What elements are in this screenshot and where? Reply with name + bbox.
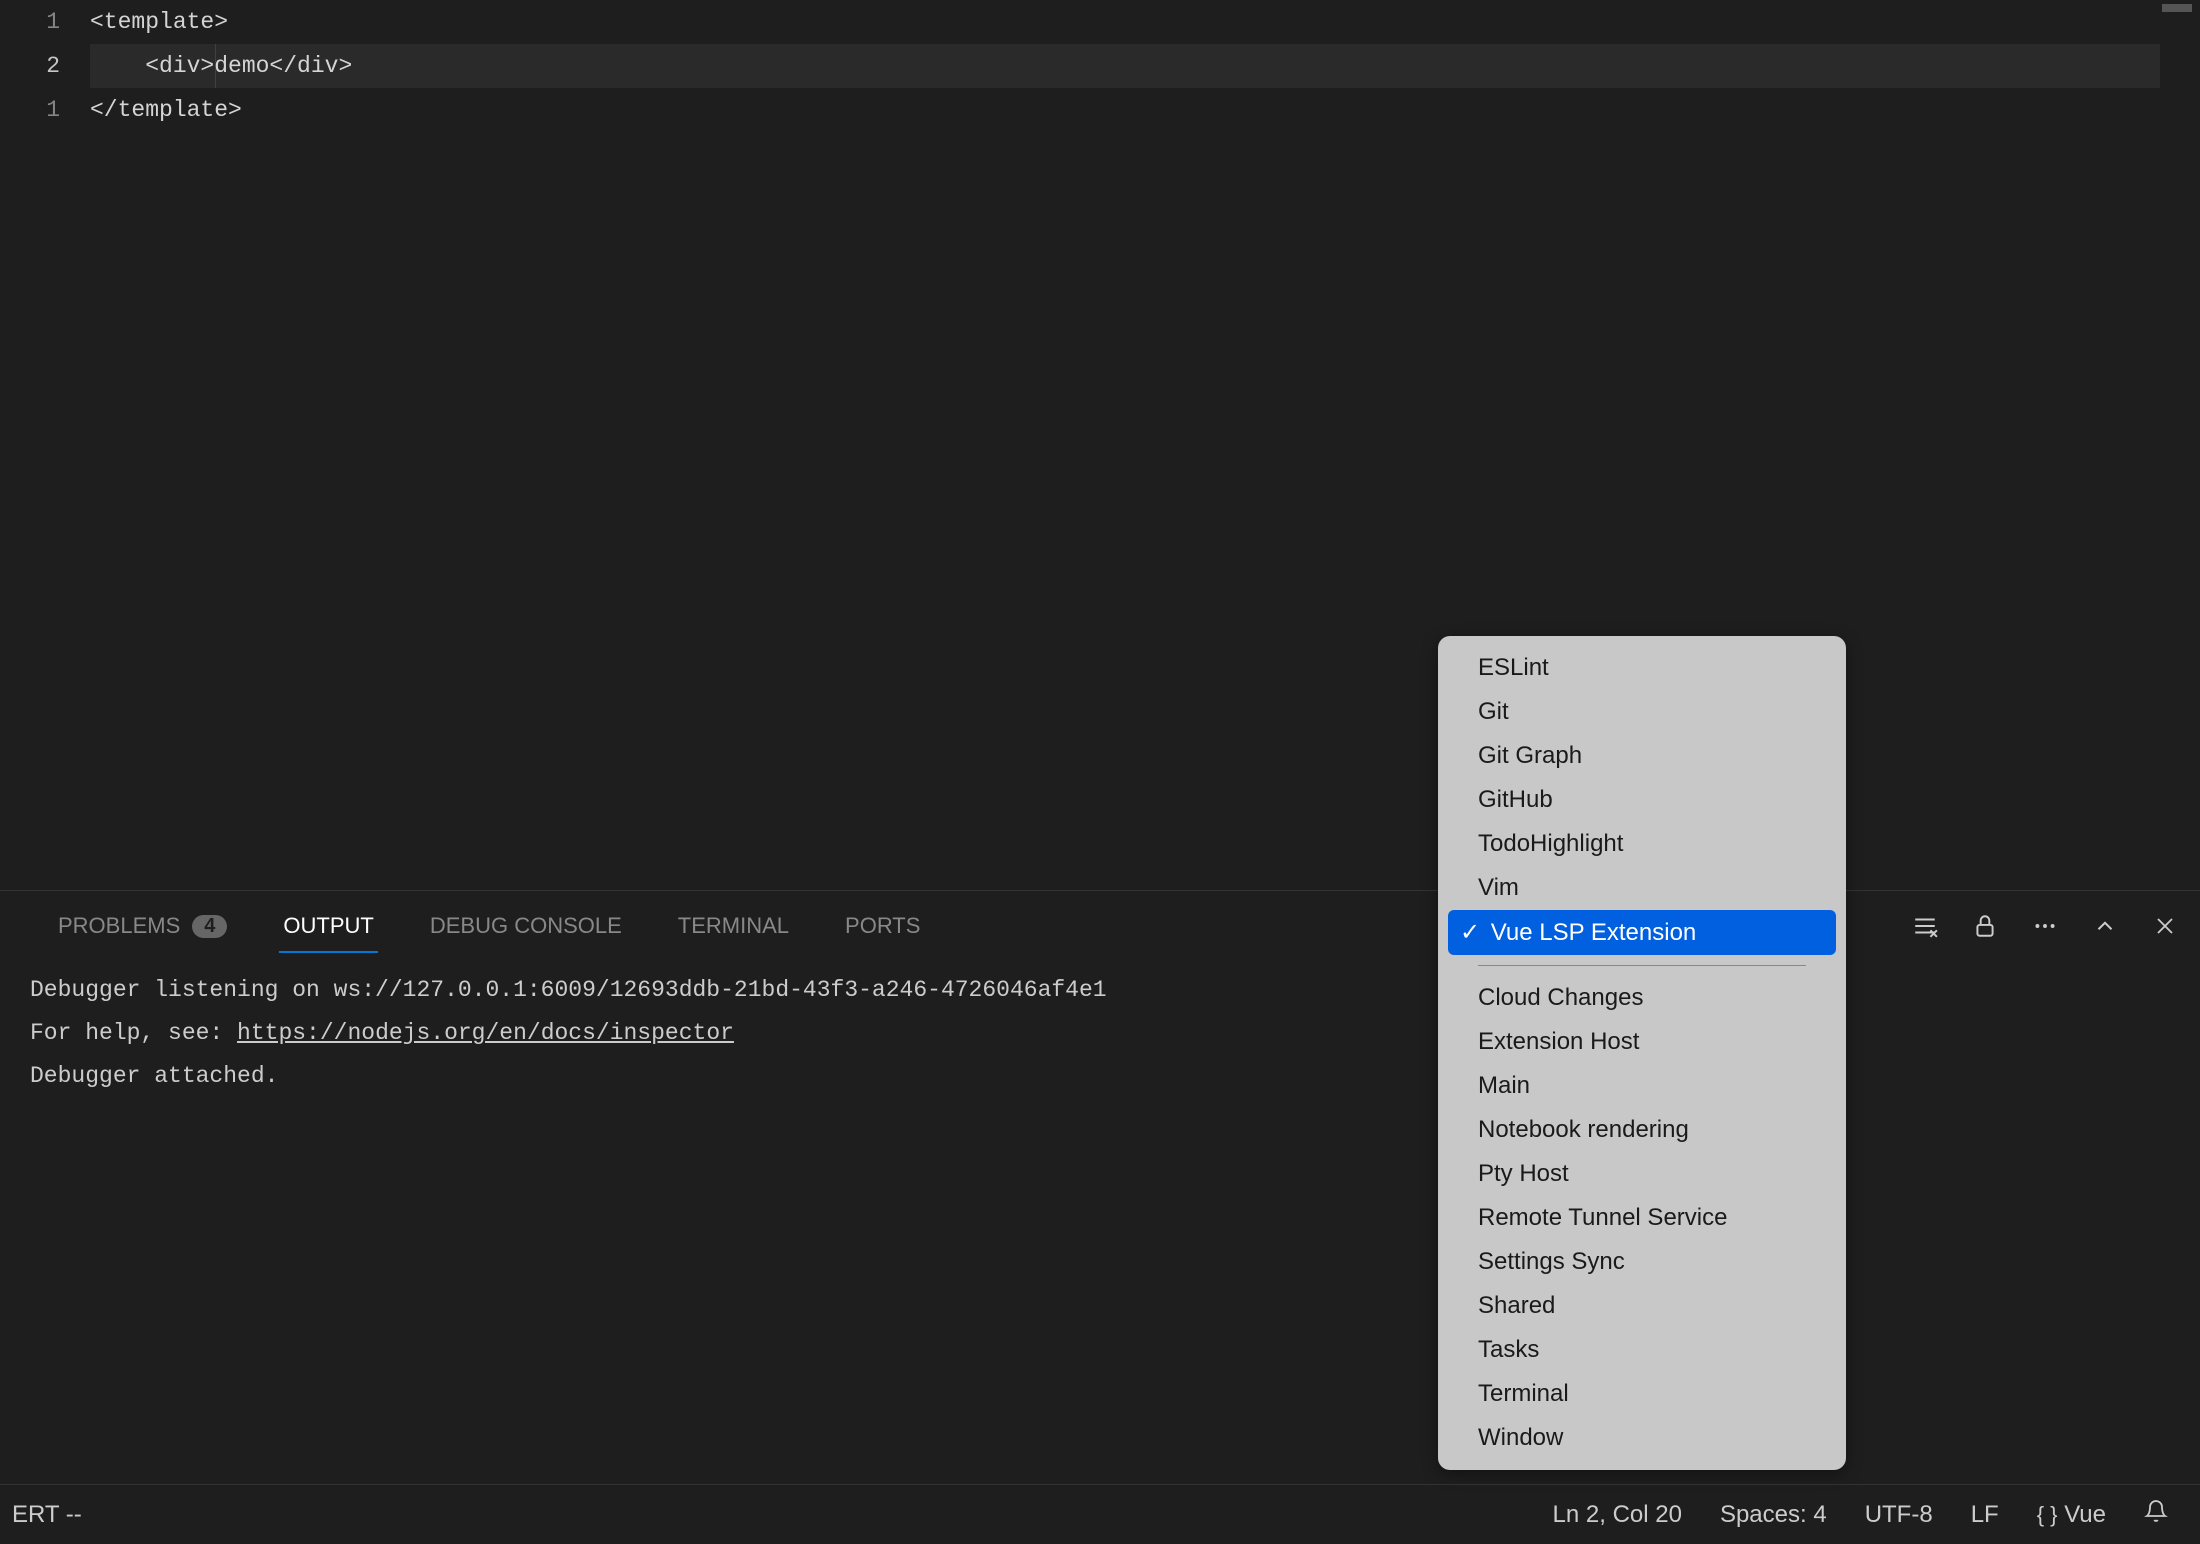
tab-ports[interactable]: PORTS: [817, 891, 948, 961]
more-icon[interactable]: [2030, 911, 2060, 941]
dropdown-item-remote-tunnel[interactable]: Remote Tunnel Service: [1448, 1196, 1836, 1240]
tab-output[interactable]: OUTPUT: [255, 891, 401, 961]
output-text: For help, see:: [30, 1020, 237, 1046]
filter-icon[interactable]: [1910, 911, 1940, 941]
tab-terminal-label: TERMINAL: [678, 913, 789, 939]
output-line: Debugger attached.: [30, 1055, 2170, 1098]
output-line: For help, see: https://nodejs.org/en/doc…: [30, 1012, 2170, 1055]
code-line[interactable]: </template>: [90, 97, 242, 123]
braces-icon: { }: [2037, 1502, 2058, 1527]
dropdown-item-extension-host[interactable]: Extension Host: [1448, 1020, 1836, 1064]
panel-tabs: PROBLEMS 4 OUTPUT DEBUG CONSOLE TERMINAL…: [0, 891, 2200, 961]
close-icon[interactable]: [2150, 911, 2180, 941]
panel-toolbar: [1910, 911, 2180, 941]
minimap-content: [2162, 4, 2192, 12]
dropdown-item-tasks[interactable]: Tasks: [1448, 1328, 1836, 1372]
tab-debug-console-label: DEBUG CONSOLE: [430, 913, 622, 939]
dropdown-item-shared[interactable]: Shared: [1448, 1284, 1836, 1328]
dropdown-item-pty-host[interactable]: Pty Host: [1448, 1152, 1836, 1196]
status-left: ERT --: [0, 1501, 1545, 1529]
dropdown-item-vue-lsp[interactable]: Vue LSP Extension: [1448, 910, 1836, 955]
tab-problems-label: PROBLEMS: [58, 913, 180, 939]
output-link[interactable]: https://nodejs.org/en/docs/inspector: [237, 1020, 734, 1046]
tab-debug-console[interactable]: DEBUG CONSOLE: [402, 891, 650, 961]
dropdown-item-notebook[interactable]: Notebook rendering: [1448, 1108, 1836, 1152]
dropdown-item-github[interactable]: GitHub: [1448, 778, 1836, 822]
output-channel-dropdown[interactable]: ESLint Git Git Graph GitHub TodoHighligh…: [1438, 636, 1846, 1470]
minimap[interactable]: [2155, 0, 2200, 890]
encoding[interactable]: UTF-8: [1857, 1501, 1941, 1529]
chevron-up-icon[interactable]: [2090, 911, 2120, 941]
dropdown-item-git[interactable]: Git: [1448, 690, 1836, 734]
eol[interactable]: LF: [1963, 1501, 2007, 1529]
code-content[interactable]: <template> <div>demo</div> </template>: [90, 0, 2200, 890]
indentation[interactable]: Spaces: 4: [1712, 1501, 1835, 1529]
cursor-position[interactable]: Ln 2, Col 20: [1545, 1501, 1690, 1529]
dropdown-item-settings-sync[interactable]: Settings Sync: [1448, 1240, 1836, 1284]
dropdown-item-vim[interactable]: Vim: [1448, 866, 1836, 910]
line-number: 1: [0, 0, 60, 44]
dropdown-item-terminal[interactable]: Terminal: [1448, 1372, 1836, 1416]
dropdown-item-eslint[interactable]: ESLint: [1448, 646, 1836, 690]
lock-icon[interactable]: [1970, 911, 2000, 941]
language-mode[interactable]: { } Vue: [2029, 1501, 2114, 1529]
output-content[interactable]: Debugger listening on ws://127.0.0.1:600…: [0, 961, 2200, 1106]
code-line[interactable]: <template>: [90, 9, 228, 35]
dropdown-item-cloud-changes[interactable]: Cloud Changes: [1448, 976, 1836, 1020]
editor-area[interactable]: 1 2 1 <template> <div>demo</div> </templ…: [0, 0, 2200, 890]
current-line-highlight: [90, 44, 2160, 88]
dropdown-item-todohighlight[interactable]: TodoHighlight: [1448, 822, 1836, 866]
tab-problems[interactable]: PROBLEMS 4: [30, 891, 255, 961]
bell-icon[interactable]: [2136, 1499, 2176, 1530]
panel-area: PROBLEMS 4 OUTPUT DEBUG CONSOLE TERMINAL…: [0, 890, 2200, 1465]
problems-badge: 4: [192, 915, 227, 938]
status-bar: ERT -- Ln 2, Col 20 Spaces: 4 UTF-8 LF {…: [0, 1484, 2200, 1544]
tab-ports-label: PORTS: [845, 913, 920, 939]
tab-terminal[interactable]: TERMINAL: [650, 891, 817, 961]
language-label: Vue: [2064, 1501, 2106, 1528]
line-number: 1: [0, 88, 60, 132]
dropdown-item-window[interactable]: Window: [1448, 1416, 1836, 1460]
dropdown-item-gitgraph[interactable]: Git Graph: [1448, 734, 1836, 778]
output-line: Debugger listening on ws://127.0.0.1:600…: [30, 969, 2170, 1012]
status-right: Ln 2, Col 20 Spaces: 4 UTF-8 LF { } Vue: [1545, 1499, 2200, 1530]
vim-mode[interactable]: ERT --: [4, 1501, 90, 1528]
line-number: 2: [0, 44, 60, 88]
dropdown-divider: [1478, 965, 1806, 966]
tab-output-label: OUTPUT: [283, 913, 373, 939]
line-gutter: 1 2 1: [0, 0, 90, 890]
dropdown-item-main[interactable]: Main: [1448, 1064, 1836, 1108]
code-line[interactable]: <div>demo</div>: [90, 53, 352, 79]
